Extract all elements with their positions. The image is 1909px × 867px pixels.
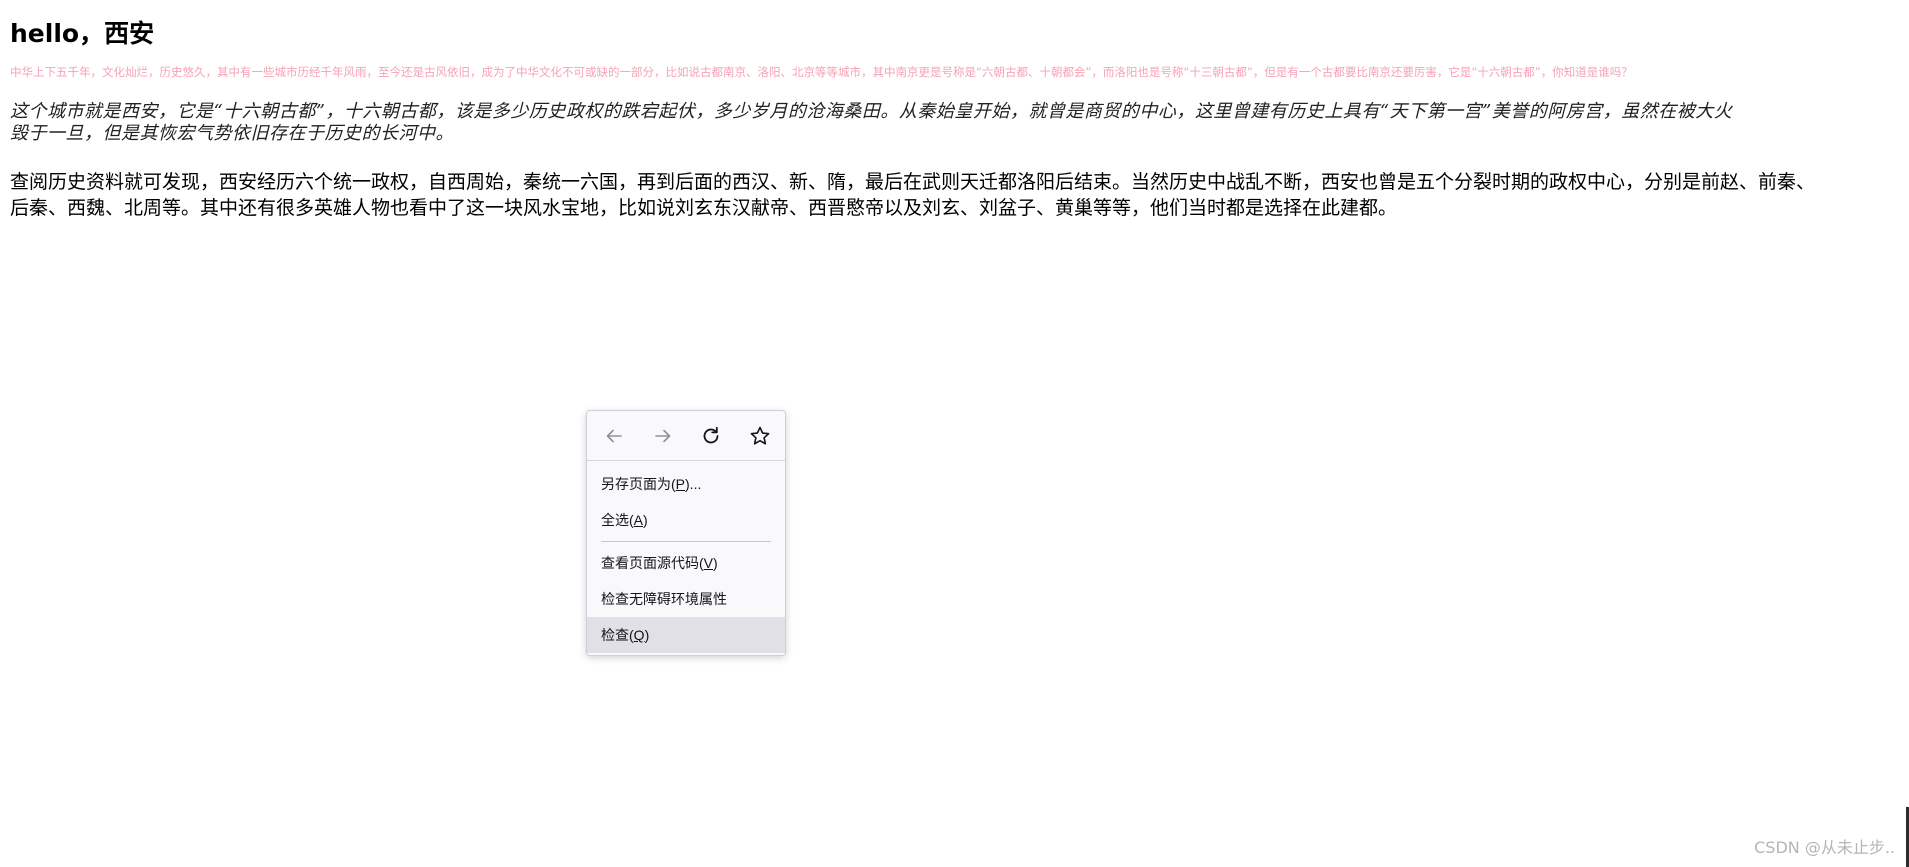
menu-item-inspect-accessibility[interactable]: 检查无障碍环境属性: [587, 581, 785, 617]
reload-icon: [703, 426, 719, 443]
arrow-right-icon: [654, 429, 670, 442]
menu-item-view-source[interactable]: 查看页面源代码(V): [587, 545, 785, 581]
menu-item-label: 检查无障碍环境属性: [601, 591, 727, 607]
forward-button[interactable]: [650, 423, 676, 449]
menu-item-inspect[interactable]: 检查(Q): [587, 617, 785, 653]
menu-item-accesskey: P: [675, 476, 686, 492]
context-menu-nav-row: [587, 411, 785, 461]
menu-item-accesskey: A: [633, 512, 644, 528]
menu-item-select-all[interactable]: 全选(A): [587, 502, 785, 538]
menu-item-label: 查看页面源代码(: [601, 555, 704, 571]
menu-item-accesskey: V: [703, 555, 714, 571]
star-icon: [750, 426, 770, 445]
csdn-watermark: CSDN @从未止步..: [1754, 838, 1895, 857]
page: hello，西安 中华上下五千年，文化灿烂，历史悠久，其中有一些城市历经千年风雨…: [0, 0, 1909, 867]
history-paragraph: 查阅历史资料就可发现，西安经历六个统一政权，自西周始，秦统一六国，再到后面的西汉…: [10, 169, 1909, 221]
menu-item-label-suffix: ): [643, 512, 648, 528]
history-paragraph-line: 查阅历史资料就可发现，西安经历六个统一政权，自西周始，秦统一六国，再到后面的西汉…: [10, 171, 1816, 193]
menu-item-label-suffix: )...: [685, 476, 702, 492]
arrow-left-icon: [606, 429, 622, 442]
back-button[interactable]: [601, 423, 627, 449]
menu-item-label-suffix: ): [644, 627, 650, 643]
reload-button[interactable]: [698, 423, 724, 449]
page-heading: hello，西安: [10, 19, 155, 48]
menu-item-save-page-as[interactable]: 另存页面为(P)...: [587, 466, 785, 502]
menu-item-label-suffix: ): [713, 555, 718, 571]
italic-paragraph-line: 毁于一旦，但是其恢宏气势依旧存在于历史的长河中。: [10, 123, 454, 144]
menu-item-label: 全选(: [601, 512, 634, 528]
menu-item-accesskey: Q: [633, 627, 645, 643]
italic-paragraph: 这个城市就是西安，它是“十六朝古都”，十六朝古都，该是多少历史政权的跌宕起伏，多…: [10, 101, 1909, 145]
context-menu-items: 另存页面为(P)... 全选(A) 查看页面源代码(V) 检查无障碍环境属性 检…: [587, 461, 785, 653]
menu-item-label: 另存页面为(: [601, 476, 676, 492]
context-menu: 另存页面为(P)... 全选(A) 查看页面源代码(V) 检查无障碍环境属性 检…: [586, 410, 786, 656]
history-paragraph-line: 后秦、西魏、北周等。其中还有很多英雄人物也看中了这一块风水宝地，比如说刘玄东汉献…: [10, 197, 1398, 219]
italic-paragraph-line: 这个城市就是西安，它是“十六朝古都”，十六朝古都，该是多少历史政权的跌宕起伏，多…: [10, 101, 1733, 122]
bookmark-button[interactable]: [747, 423, 773, 449]
menu-item-label: 检查(: [601, 627, 634, 643]
menu-separator: [601, 541, 771, 542]
intro-pink-text: 中华上下五千年，文化灿烂，历史悠久，其中有一些城市历经千年风雨，至今还是古风依旧…: [10, 65, 1633, 79]
